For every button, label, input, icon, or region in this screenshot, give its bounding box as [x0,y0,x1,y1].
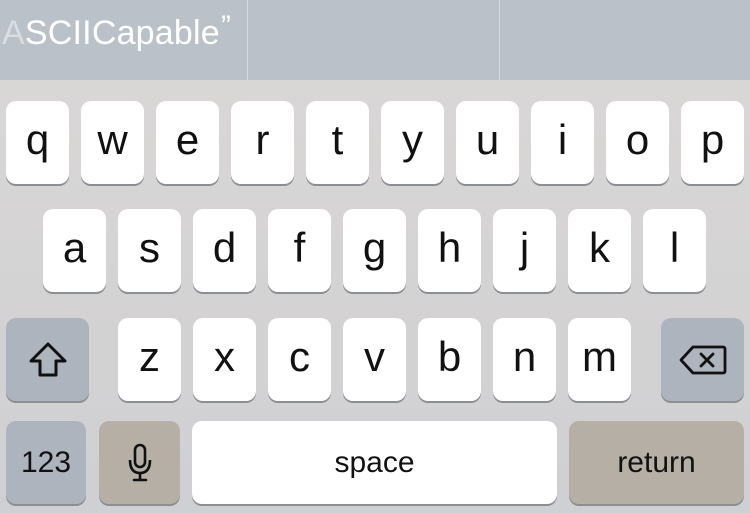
prediction-close-quote: ” [220,10,232,43]
key-p[interactable]: p [681,101,744,184]
key-label: m [582,332,617,380]
key-g[interactable]: g [343,209,406,292]
key-m[interactable]: m [568,318,631,401]
key-n[interactable]: n [493,318,556,401]
key-label: f [293,223,306,271]
key-o[interactable]: o [606,101,669,184]
key-v[interactable]: v [343,318,406,401]
key-label: a [62,223,87,271]
key-label: v [364,332,385,380]
key-x[interactable]: x [193,318,256,401]
return-key[interactable]: return [569,421,744,504]
dictation-key[interactable] [99,421,180,504]
key-label: h [437,223,462,271]
key-c[interactable]: c [268,318,331,401]
key-label: d [212,223,237,271]
microphone-icon [127,443,153,483]
key-q[interactable]: q [6,101,69,184]
key-k[interactable]: k [568,209,631,292]
key-h[interactable]: h [418,209,481,292]
keyboard: q w e r t y u i o p a s d f g h j k l z … [0,80,750,513]
key-a[interactable]: a [43,209,106,292]
key-i[interactable]: i [531,101,594,184]
key-e[interactable]: e [156,101,219,184]
delete-key[interactable] [661,318,744,401]
return-key-label: return [617,445,696,479]
key-j[interactable]: j [493,209,556,292]
key-label: p [700,115,725,163]
key-label: e [175,115,200,163]
backspace-icon [679,344,727,376]
key-d[interactable]: d [193,209,256,292]
key-label: y [402,115,423,163]
space-key[interactable]: space [192,421,557,504]
prediction-text-1: ASCIICapable” [2,10,231,53]
key-label: z [139,332,160,380]
key-label: o [625,115,650,163]
key-label: s [139,223,160,271]
numbers-key-label: 123 [20,445,72,479]
key-z[interactable]: z [118,318,181,401]
key-label: w [97,115,128,163]
numbers-key[interactable]: 123 [6,421,86,504]
key-f[interactable]: f [268,209,331,292]
key-u[interactable]: u [456,101,519,184]
space-key-label: space [334,445,415,479]
key-label: g [362,223,387,271]
key-r[interactable]: r [231,101,294,184]
prediction-word: SCIICapable [24,14,220,52]
key-w[interactable]: w [81,101,144,184]
key-label: r [255,115,270,163]
key-t[interactable]: t [306,101,369,184]
prediction-slot-1[interactable]: ASCIICapable” [0,0,247,80]
key-label: i [557,115,568,163]
shift-arrow-icon [28,341,68,379]
key-label: k [589,223,610,271]
key-label: x [214,332,235,380]
key-y[interactable]: y [381,101,444,184]
key-l[interactable]: l [643,209,706,292]
key-label: q [25,115,50,163]
key-label: j [519,223,530,271]
key-label: u [475,115,500,163]
prediction-faded-prefix: A [2,14,25,52]
key-label: b [437,332,462,380]
key-label: t [331,115,344,163]
key-b[interactable]: b [418,318,481,401]
key-label: n [512,332,537,380]
key-label: l [669,223,680,271]
shift-key[interactable] [6,318,89,401]
predictive-bar: ASCIICapable” [0,0,750,80]
key-label: c [289,332,310,380]
key-s[interactable]: s [118,209,181,292]
prediction-slot-3[interactable] [500,0,750,80]
prediction-slot-2[interactable] [248,0,498,80]
